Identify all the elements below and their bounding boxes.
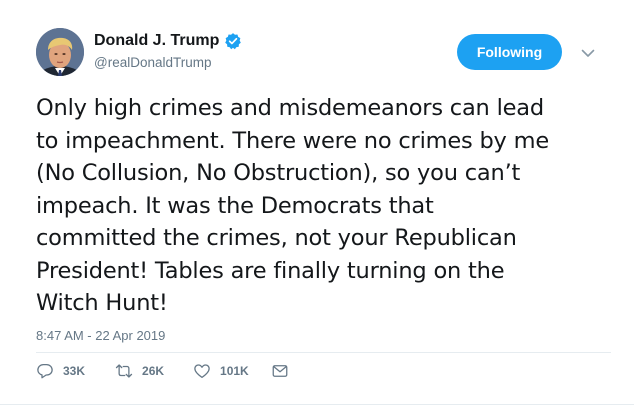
tweet-text: Only high crimes and misdemeanors can le… — [36, 92, 616, 320]
direct-message-button[interactable] — [271, 362, 289, 380]
action-bar: 33K 26K 101K — [36, 361, 289, 381]
reply-button[interactable]: 33K — [36, 362, 85, 380]
retweet-icon — [115, 364, 133, 378]
chevron-down-icon[interactable] — [580, 46, 596, 58]
reply-count: 33K — [63, 364, 86, 378]
timestamp[interactable]: 8:47 AM - 22 Apr 2019 — [36, 328, 165, 343]
heart-icon — [194, 364, 210, 379]
avatar[interactable] — [36, 28, 84, 76]
envelope-icon — [272, 365, 288, 377]
display-name-row: Donald J. Trump — [94, 30, 242, 52]
like-button[interactable]: 101K — [193, 362, 249, 380]
profile-photo — [36, 28, 84, 76]
tweet-line: committed the crimes, not your Republica… — [36, 225, 517, 251]
like-count: 101K — [220, 364, 249, 378]
retweet-count: 26K — [142, 364, 165, 378]
reply-icon — [37, 363, 53, 379]
retweet-button[interactable]: 26K — [115, 362, 164, 380]
tweet-line: Witch Hunt! — [36, 290, 168, 316]
tweet-line: (No Collusion, No Obstruction), so you c… — [36, 160, 521, 186]
bottom-border — [0, 404, 634, 405]
following-button[interactable]: Following — [457, 34, 562, 70]
tweet-line: Only high crimes and misdemeanors can le… — [36, 95, 544, 121]
tweet-line: impeach. It was the Democrats that — [36, 192, 434, 219]
verified-badge-icon — [224, 32, 242, 50]
tweet-line: President! Tables are finally turning on… — [36, 257, 505, 284]
handle[interactable]: @realDonaldTrump — [94, 55, 242, 70]
display-name[interactable]: Donald J. Trump — [94, 32, 219, 50]
author-block: Donald J. Trump @realDonaldTrump — [94, 30, 242, 70]
tweet-card: Donald J. Trump @realDonaldTrump Followi… — [0, 0, 634, 410]
divider — [36, 352, 611, 353]
tweet-line: to impeachment. There were no crimes by … — [36, 127, 549, 154]
